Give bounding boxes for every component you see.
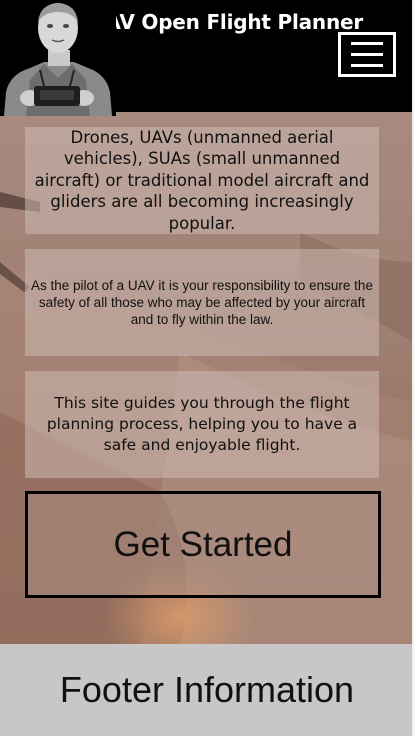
footer: Footer Information — [0, 644, 414, 736]
info-card-responsibility: As the pilot of a UAV it is your respons… — [25, 249, 379, 356]
app-title: UAV Open Flight Planner — [90, 10, 364, 34]
menu-button[interactable] — [338, 32, 396, 77]
footer-text: Footer Information — [59, 669, 355, 710]
info-card-guide: This site guides you through the flight … — [25, 371, 379, 478]
header: UAV Open Flight Planner — [0, 0, 414, 116]
info-card-text: Drones, UAVs (unmanned aerial vehicles),… — [34, 127, 370, 233]
page: UAV Open Flight Planner Drones, UAVs (un… — [0, 0, 414, 736]
info-card-text: This site guides you through the flight … — [46, 394, 358, 454]
info-card-drones: Drones, UAVs (unmanned aerial vehicles),… — [25, 127, 379, 234]
hero-section: Drones, UAVs (unmanned aerial vehicles),… — [0, 112, 414, 644]
get-started-button[interactable]: Get Started — [25, 491, 381, 598]
info-card-text: As the pilot of a UAV it is your respons… — [31, 277, 373, 328]
avatar — [0, 0, 116, 116]
get-started-label: Get Started — [113, 524, 293, 564]
